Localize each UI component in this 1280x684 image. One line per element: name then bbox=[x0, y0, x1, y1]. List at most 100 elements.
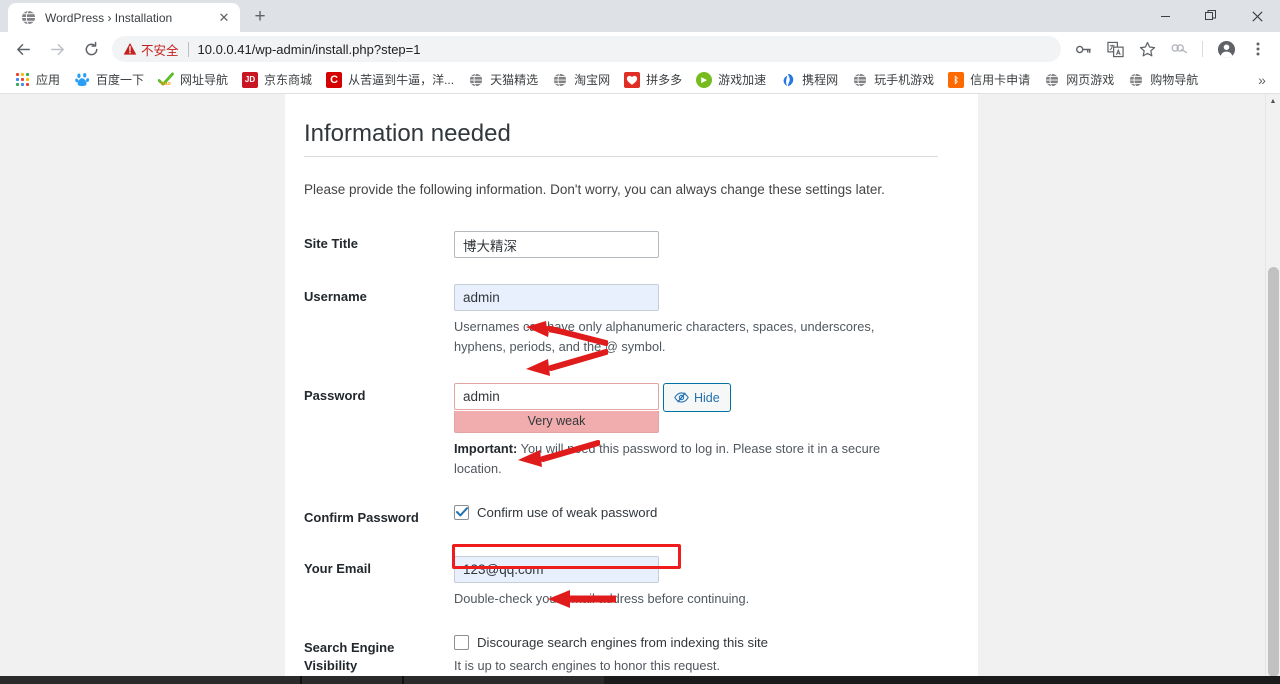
bookmark-credit-card[interactable]: ᛒ 信用卡申请 bbox=[942, 69, 1036, 91]
bookmark-shopping-nav[interactable]: 购物导航 bbox=[1122, 69, 1204, 91]
scroll-up-arrow[interactable]: ▲ bbox=[1266, 94, 1280, 109]
email-input[interactable] bbox=[454, 556, 659, 584]
minimize-button[interactable] bbox=[1142, 0, 1188, 32]
bookmark-label: 京东商城 bbox=[264, 73, 313, 87]
close-icon[interactable]: ✕ bbox=[216, 10, 232, 26]
bookmark-apps[interactable]: 应用 bbox=[8, 69, 66, 91]
password-label: Password bbox=[304, 388, 366, 404]
site-title-label: Site Title bbox=[304, 236, 358, 252]
close-button[interactable] bbox=[1234, 0, 1280, 32]
confirm-password-label: Confirm Password bbox=[304, 509, 419, 525]
search-visibility-help: It is up to search engines to honor this… bbox=[454, 658, 721, 674]
toolbar-icons bbox=[1067, 35, 1274, 63]
restore-button[interactable] bbox=[1188, 0, 1234, 32]
bookmarks-bar: 应用 百度一下 hao 网址导航 JD 京东商城 C 从苦逼到牛逼，洋... 天… bbox=[0, 66, 1280, 94]
tab-strip: WordPress › Installation ✕ + bbox=[0, 0, 1280, 32]
ctrip-icon bbox=[780, 72, 796, 88]
bookmark-hao123[interactable]: hao 网址导航 bbox=[152, 69, 234, 91]
forward-icon[interactable] bbox=[43, 35, 71, 63]
address-bar[interactable]: 不安全 10.0.0.41/wp-admin/install.php?step=… bbox=[112, 36, 1061, 62]
bookmark-game-speed[interactable]: ▶ 游戏加速 bbox=[690, 69, 772, 91]
intro-text: Please provide the following information… bbox=[304, 182, 885, 198]
browser-window: WordPress › Installation ✕ + 不安全 10.0.0.… bbox=[0, 0, 1280, 684]
tab-wordpress-installation[interactable]: WordPress › Installation ✕ bbox=[8, 3, 240, 32]
reload-icon[interactable] bbox=[77, 35, 105, 63]
bookmark-label: 应用 bbox=[36, 73, 61, 87]
vertical-scrollbar[interactable]: ▲ ▼ bbox=[1265, 94, 1280, 684]
toolbar-divider bbox=[1202, 41, 1203, 57]
form-row-username: Username Usernames can have only alphanu… bbox=[304, 271, 938, 370]
username-input[interactable] bbox=[454, 284, 659, 312]
username-help: Usernames can have only alphanumeric cha… bbox=[454, 319, 875, 355]
baidu-icon bbox=[74, 72, 90, 88]
password-key-icon[interactable] bbox=[1069, 35, 1097, 63]
more-menu-icon[interactable] bbox=[1244, 35, 1272, 63]
bookmark-taobao[interactable]: 淘宝网 bbox=[546, 69, 616, 91]
password-input[interactable] bbox=[454, 383, 659, 411]
username-label: Username bbox=[304, 289, 367, 305]
bookmark-label: 购物导航 bbox=[1150, 73, 1199, 87]
important-prefix: Important: bbox=[454, 441, 518, 457]
hide-button-label: Hide bbox=[694, 390, 720, 405]
discourage-search-checkbox[interactable] bbox=[454, 635, 469, 651]
discourage-search-label: Discourage search engines from indexing … bbox=[477, 635, 769, 651]
globe-icon bbox=[468, 72, 484, 88]
bookmark-pinduoduo[interactable]: 拼多多 bbox=[618, 69, 688, 91]
bottom-taskbar-strip bbox=[0, 676, 1280, 684]
form-row-site-title: Site Title bbox=[304, 218, 938, 271]
tab-title: WordPress › Installation bbox=[45, 10, 173, 25]
email-label: Your Email bbox=[304, 561, 371, 577]
speed-icon: ▶ bbox=[696, 71, 713, 88]
apps-grid-icon bbox=[14, 72, 30, 88]
pdd-icon bbox=[624, 71, 641, 88]
extension-icon[interactable] bbox=[1165, 35, 1193, 63]
bookmarks-overflow-button[interactable]: » bbox=[1252, 72, 1272, 88]
globe-icon bbox=[1044, 72, 1060, 88]
bookmark-label: 网址导航 bbox=[180, 73, 229, 87]
password-strength-indicator: Very weak bbox=[454, 411, 659, 434]
bookmark-label: 天猫精选 bbox=[490, 73, 539, 87]
confirm-weak-password-checkbox[interactable] bbox=[454, 504, 469, 520]
bookmark-label: 百度一下 bbox=[96, 73, 145, 87]
form-row-email: Your Email Double-check your email addre… bbox=[304, 543, 938, 622]
email-help: Double-check your email address before c… bbox=[454, 591, 750, 607]
bookmark-label: 网页游戏 bbox=[1066, 73, 1115, 87]
form-row-search-visibility: Search Engine Visibility Discourage sear… bbox=[304, 622, 938, 684]
bookmark-star-icon[interactable] bbox=[1133, 35, 1161, 63]
hide-password-button[interactable]: Hide bbox=[663, 383, 731, 413]
bookmark-tmall[interactable]: 天猫精选 bbox=[462, 69, 544, 91]
password-important-note: Important: You will need this password t… bbox=[454, 439, 928, 479]
bookmark-label: 从苦逼到牛逼，洋... bbox=[348, 73, 455, 87]
bookmark-mobile-games[interactable]: 玩手机游戏 bbox=[846, 69, 940, 91]
security-label: 不安全 bbox=[141, 43, 179, 58]
bookmark-csdn[interactable]: C 从苦逼到牛逼，洋... bbox=[320, 69, 460, 91]
bookmark-label: 拼多多 bbox=[646, 73, 683, 87]
confirm-weak-password-row[interactable]: Confirm use of weak password bbox=[454, 504, 928, 520]
globe-icon bbox=[852, 72, 868, 88]
translate-icon[interactable] bbox=[1101, 35, 1129, 63]
bookmark-label: 游戏加速 bbox=[718, 73, 767, 87]
bookmark-label: 携程网 bbox=[802, 73, 839, 87]
scrollbar-thumb[interactable] bbox=[1268, 267, 1279, 677]
navigation-toolbar: 不安全 10.0.0.41/wp-admin/install.php?step=… bbox=[0, 32, 1280, 66]
bookmark-label: 信用卡申请 bbox=[970, 73, 1031, 87]
hao123-icon: hao bbox=[158, 72, 174, 88]
profile-avatar-icon[interactable] bbox=[1212, 35, 1240, 63]
bookmark-web-games[interactable]: 网页游戏 bbox=[1038, 69, 1120, 91]
security-warning[interactable]: 不安全 bbox=[123, 40, 179, 59]
eye-slash-icon bbox=[674, 391, 689, 404]
bookmark-baidu[interactable]: 百度一下 bbox=[68, 69, 150, 91]
search-visibility-label: Search Engine Visibility bbox=[304, 640, 395, 673]
back-icon[interactable] bbox=[9, 35, 37, 63]
card-icon: ᛒ bbox=[948, 71, 965, 88]
globe-icon bbox=[1128, 72, 1144, 88]
warning-triangle-icon bbox=[123, 42, 137, 56]
csdn-icon: C bbox=[326, 71, 343, 88]
bookmark-jd[interactable]: JD 京东商城 bbox=[236, 69, 318, 91]
url-text: 10.0.0.41/wp-admin/install.php?step=1 bbox=[197, 41, 421, 57]
site-title-input[interactable] bbox=[454, 231, 659, 259]
setup-form: Site Title Username Usernames can have o… bbox=[304, 218, 938, 684]
bookmark-ctrip[interactable]: 携程网 bbox=[774, 69, 844, 91]
new-tab-button[interactable]: + bbox=[246, 3, 274, 31]
discourage-search-row[interactable]: Discourage search engines from indexing … bbox=[454, 635, 928, 651]
